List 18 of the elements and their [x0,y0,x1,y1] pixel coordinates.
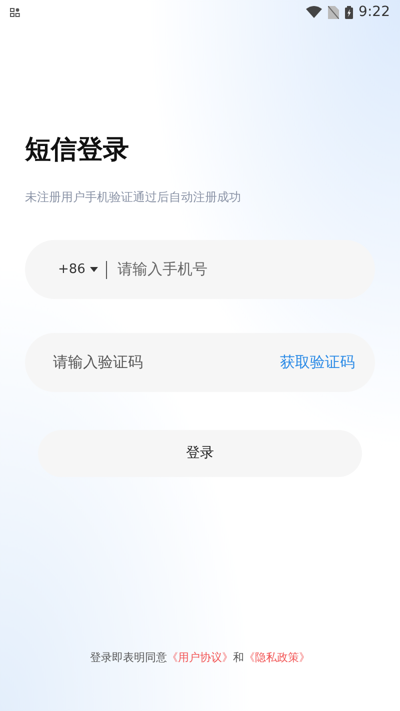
battery-icon [344,6,353,18]
wifi-icon [306,6,322,18]
caret-icon [90,267,98,272]
country-code-selector[interactable]: +86 [58,260,98,280]
agreement-text: 登录即表明同意《用户协议》和《隐私政策》 [89,650,311,666]
app-grid-icon [10,8,20,16]
login-button[interactable]: 登录 [38,430,362,477]
verification-code-input[interactable]: 请输入验证码 [53,351,280,374]
phone-number-input[interactable]: 请输入手机号 [117,258,355,281]
subtitle: 未注册用户手机验证通过后自动注册成功 [25,189,242,206]
get-code-link[interactable]: 获取验证码 [280,351,355,374]
user-agreement-link[interactable]: 《用户协议》 [167,650,233,664]
privacy-policy-link[interactable]: 《隐私政策》 [244,650,310,664]
phone-input-field[interactable]: +86 请输入手机号 [25,240,375,299]
code-input-field[interactable]: 请输入验证码 获取验证码 [25,333,375,392]
page-title: 短信登录 [25,134,130,167]
status-time: 9:22 [358,2,390,22]
no-sim-icon [328,6,339,18]
